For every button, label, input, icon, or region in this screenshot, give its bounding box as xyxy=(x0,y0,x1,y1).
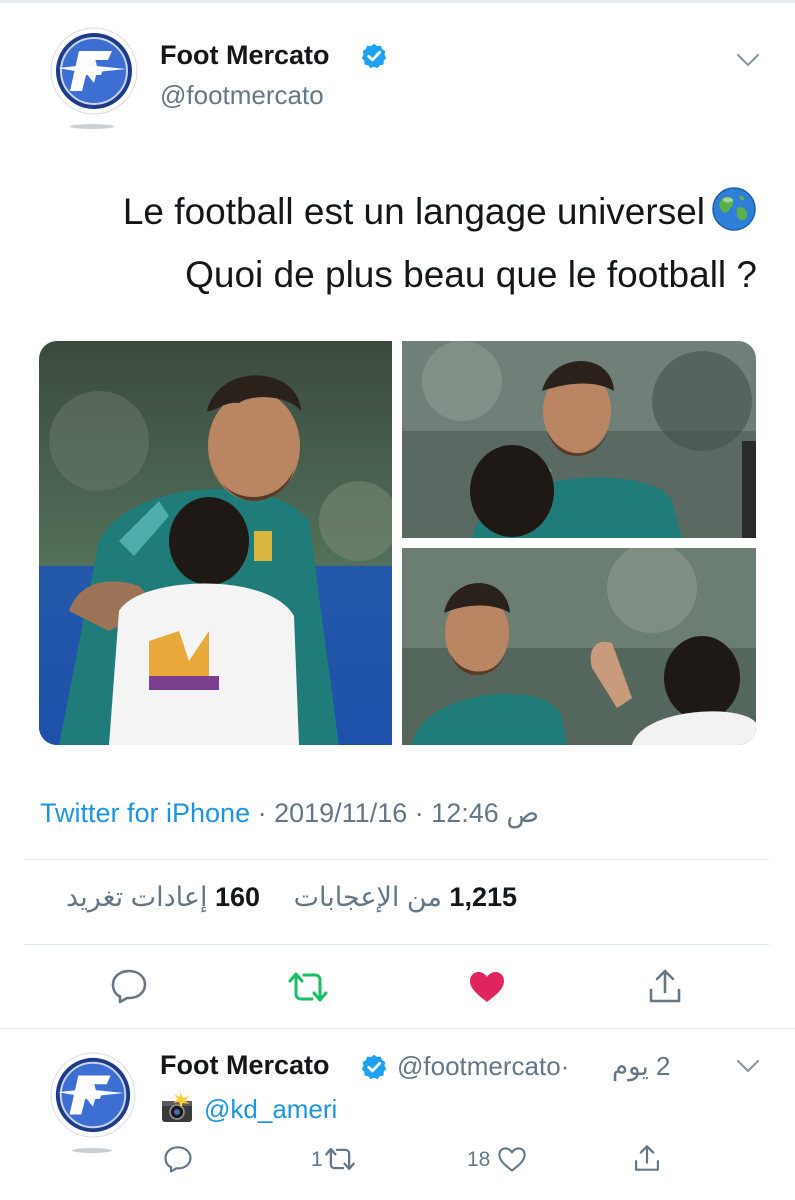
tweet-time: 12:46 ص xyxy=(431,798,539,828)
foot-mercato-logo-icon xyxy=(50,27,138,115)
author-handle[interactable]: @footmercato xyxy=(160,80,324,111)
likes-count[interactable]: 1,215 xyxy=(449,882,517,912)
share-icon[interactable] xyxy=(633,1143,661,1173)
reply-icon[interactable] xyxy=(110,968,148,1004)
share-icon[interactable] xyxy=(647,967,683,1005)
camera-flash-icon xyxy=(162,1092,192,1122)
author-name[interactable]: Foot Mercato xyxy=(160,40,330,71)
tweet-meta: Twitter for iPhone · 2019/11/16 · 12:46 … xyxy=(40,798,539,829)
globe-icon xyxy=(712,187,756,231)
photo-2-image xyxy=(402,341,756,538)
divider xyxy=(0,1028,795,1029)
heart-icon[interactable] xyxy=(468,970,506,1004)
reply-icon[interactable] xyxy=(163,1145,193,1173)
photo-1-image xyxy=(39,341,392,745)
tweet-text-line-2: Quoi de plus beau que le football ? xyxy=(185,254,757,295)
reply-text: @kd_ameri xyxy=(160,1092,337,1125)
reply-author-name[interactable]: Foot Mercato xyxy=(160,1050,330,1081)
chevron-down-icon[interactable] xyxy=(736,1058,760,1074)
source-link[interactable]: Twitter for iPhone xyxy=(40,798,250,828)
tweet-date: 2019/11/16 xyxy=(274,798,408,828)
avatar-shadow xyxy=(70,124,114,129)
media-grid[interactable] xyxy=(39,341,756,745)
mention-link[interactable]: @kd_ameri xyxy=(204,1094,337,1124)
photo-messi-smiling-child[interactable] xyxy=(402,341,756,538)
meta-separator: · xyxy=(407,798,432,828)
reply-author-handle[interactable]: @footmercato· xyxy=(397,1051,569,1082)
reply-time: 2 يوم xyxy=(612,1051,671,1081)
reply-avatar[interactable] xyxy=(50,1052,136,1138)
likes-label[interactable]: من الإعجابات xyxy=(294,882,442,912)
photo-messi-hug-child[interactable] xyxy=(39,341,392,745)
retweets-label[interactable]: إعادات تغريد xyxy=(66,882,207,912)
reply-dot: · xyxy=(560,1051,570,1081)
chevron-down-icon[interactable] xyxy=(736,52,760,68)
reply-retweets-count: 1 xyxy=(311,1148,323,1171)
retweet-icon[interactable] xyxy=(287,970,329,1004)
verified-badge-icon xyxy=(361,43,387,69)
photo-messi-high-five[interactable] xyxy=(402,548,756,745)
retweets-count[interactable]: 160 xyxy=(215,882,260,912)
foot-mercato-logo-icon xyxy=(50,1052,136,1138)
tweet-text-line-1: Le football est un langage universel xyxy=(37,180,757,243)
top-divider xyxy=(0,0,795,3)
heart-outline-icon[interactable] xyxy=(497,1146,527,1173)
retweet-icon[interactable] xyxy=(324,1146,356,1172)
meta-separator: · xyxy=(250,798,275,828)
tweet-stats: 1,215 من الإعجابات 160 إعادات تغريد xyxy=(66,882,517,913)
tweet-text: Le football est un langage universel Quo… xyxy=(37,180,757,306)
divider xyxy=(24,859,769,860)
reply-likes-count: 18 xyxy=(467,1148,491,1171)
profile-avatar[interactable] xyxy=(50,27,138,115)
photo-3-image xyxy=(402,548,756,745)
divider xyxy=(24,944,769,945)
verified-badge-icon xyxy=(361,1054,387,1080)
avatar-shadow xyxy=(72,1148,112,1153)
